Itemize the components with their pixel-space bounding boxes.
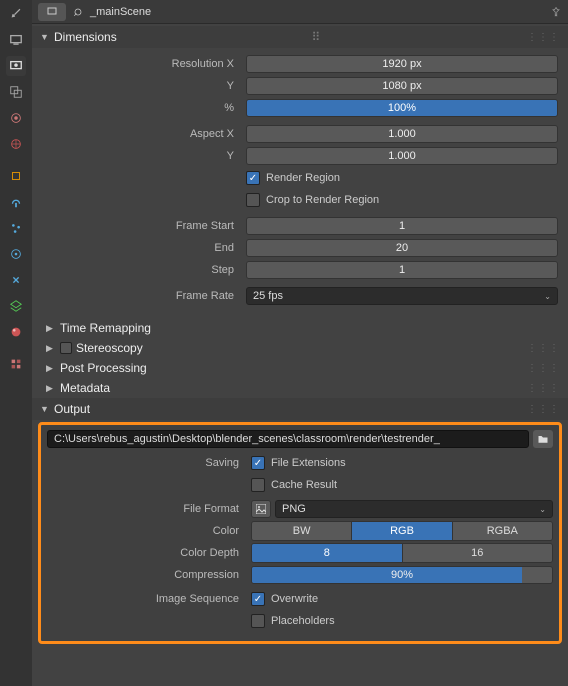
depth-8-button[interactable]: 8 [252,544,402,562]
label-frame-end: End [42,242,242,254]
modifier-icon[interactable] [6,192,26,212]
panel-header-dimensions[interactable]: ▼ Dimensions ⠿ ⋮⋮⋮ [32,26,568,48]
render-icon[interactable] [6,30,26,50]
color-bw-button[interactable]: BW [252,522,351,540]
color-mode-toggle: BW RGB RGBA [251,521,553,541]
overwrite-label: Overwrite [271,593,318,605]
output-highlighted-section: C:\Users\rebus_agustin\Desktop\blender_s… [38,422,562,644]
label-aspect-y: Y [42,150,242,162]
file-format-value: PNG [282,503,306,515]
panel-grip-icon[interactable]: ⋮⋮⋮ [527,32,560,43]
panel-title: Time Remapping [60,321,151,335]
resolution-y-field[interactable]: 1080 px [246,77,558,95]
aspect-x-field[interactable]: 1.000 [246,125,558,143]
label-compression: Compression [47,569,247,581]
output-path-field[interactable]: C:\Users\rebus_agustin\Desktop\blender_s… [47,430,529,448]
label-frame-rate: Frame Rate [42,290,242,302]
label-res-y: Y [42,80,242,92]
depth-16-button[interactable]: 16 [402,544,553,562]
resolution-x-field[interactable]: 1920 px [246,55,558,73]
render-region-label: Render Region [266,172,340,184]
label-percent: % [42,102,242,114]
pin-icon[interactable] [550,6,562,18]
panel-title: Stereoscopy [76,341,143,355]
frame-step-field[interactable]: 1 [246,261,558,279]
overwrite-checkbox[interactable] [251,592,265,606]
panel-header-time-remapping[interactable]: ▶ Time Remapping [32,318,568,338]
crop-region-label: Crop to Render Region [266,194,379,206]
chevron-down-icon: ▼ [40,404,50,414]
panel-title: Post Processing [60,361,147,375]
label-aspect-x: Aspect X [42,128,242,140]
label-frame-start: Frame Start [42,220,242,232]
scene-icon[interactable] [6,108,26,128]
frame-start-field[interactable]: 1 [246,217,558,235]
panel-header-post-processing[interactable]: ▶ Post Processing ⋮⋮⋮ [32,358,568,378]
chevron-down-icon: ▼ [40,32,50,42]
panel-header-stereoscopy[interactable]: ▶ Stereoscopy ⋮⋮⋮ [32,338,568,358]
crop-region-checkbox[interactable] [246,193,260,207]
frame-end-field[interactable]: 20 [246,239,558,257]
panel-grip-icon[interactable]: ⋮⋮⋮ [527,363,560,374]
label-file-format: File Format [47,503,247,515]
label-frame-step: Step [42,264,242,276]
chevron-right-icon: ▶ [46,343,56,354]
object-icon[interactable] [6,166,26,186]
color-rgb-button[interactable]: RGB [351,522,451,540]
panel-title: Dimensions [54,30,117,44]
panel-title: Metadata [60,381,110,395]
panel-preset-icon[interactable]: ⠿ [311,30,320,44]
chevron-right-icon: ▶ [46,323,56,334]
cache-result-checkbox[interactable] [251,478,265,492]
compression-slider[interactable]: 90% [251,566,553,584]
panel-grip-icon[interactable]: ⋮⋮⋮ [527,383,560,394]
particles-icon[interactable] [6,218,26,238]
world-icon[interactable] [6,134,26,154]
placeholders-label: Placeholders [271,615,335,627]
editor-type-dropdown[interactable] [38,3,66,21]
properties-header: _mainScene [32,0,568,24]
file-extensions-checkbox[interactable] [251,456,265,470]
label-color-depth: Color Depth [47,547,247,559]
panel-grip-icon[interactable]: ⋮⋮⋮ [527,404,560,415]
viewlayer-icon[interactable] [6,82,26,102]
frame-rate-select[interactable]: 25 fps ⌄ [246,287,558,305]
render-region-checkbox[interactable] [246,171,260,185]
image-type-icon [251,500,271,518]
cache-result-label: Cache Result [271,479,337,491]
color-rgba-button[interactable]: RGBA [452,522,552,540]
label-res-x: Resolution X [42,58,242,70]
panel-title: Output [54,402,90,416]
color-depth-toggle: 8 16 [251,543,553,563]
chevron-right-icon: ▶ [46,363,56,374]
data-icon[interactable] [6,296,26,316]
panel-grip-icon[interactable]: ⋮⋮⋮ [527,343,560,354]
stereoscopy-checkbox[interactable] [60,342,72,354]
file-format-select[interactable]: PNG ⌄ [275,500,553,518]
label-color: Color [47,525,247,537]
resolution-percent-field[interactable]: 100% [246,99,558,117]
aspect-y-field[interactable]: 1.000 [246,147,558,165]
placeholders-checkbox[interactable] [251,614,265,628]
chevron-down-icon: ⌄ [544,292,551,301]
label-image-sequence: Image Sequence [47,593,247,605]
constraints-icon[interactable] [6,270,26,290]
panel-header-output[interactable]: ▼ Output ⋮⋮⋮ [32,398,568,420]
browse-folder-button[interactable] [533,430,553,448]
compression-value: 90% [391,569,413,581]
chevron-right-icon: ▶ [46,383,56,394]
output-icon[interactable] [6,56,26,76]
properties-tab-bar [0,0,32,686]
material-icon[interactable] [6,322,26,342]
label-saving: Saving [47,457,247,469]
panel-header-metadata[interactable]: ▶ Metadata ⋮⋮⋮ [32,378,568,398]
file-extensions-label: File Extensions [271,457,346,469]
tool-icon[interactable] [6,4,26,24]
physics-icon[interactable] [6,244,26,264]
frame-rate-value: 25 fps [253,290,283,302]
context-breadcrumb: _mainScene [90,6,151,18]
scene-pin-icon [72,6,84,18]
texture-icon[interactable] [6,354,26,374]
chevron-down-icon: ⌄ [539,505,546,514]
